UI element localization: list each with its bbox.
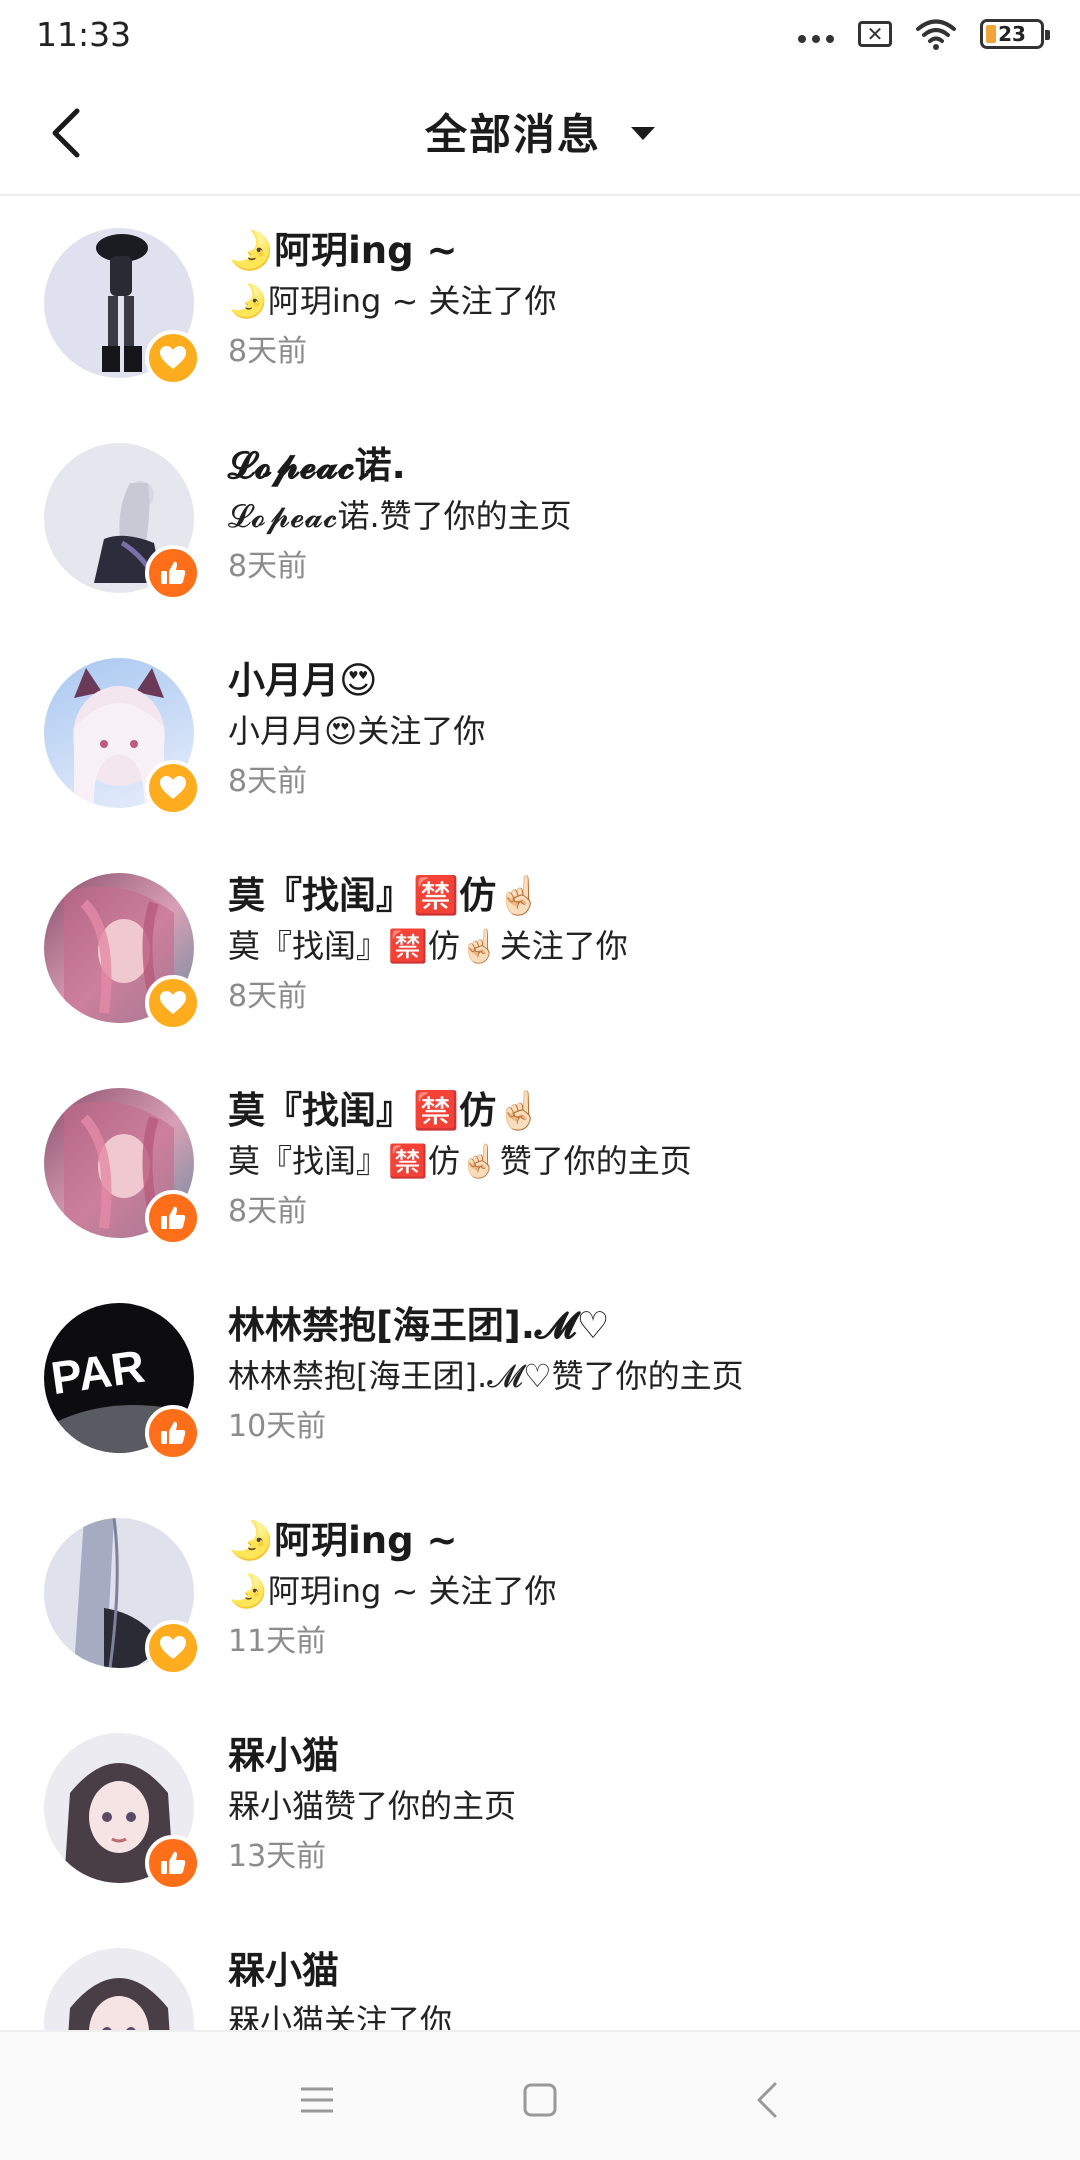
status-icons: ✕ 23 xyxy=(798,18,1050,50)
notification-sender: 槑小猫 xyxy=(228,1734,339,1777)
notification-item[interactable]: 小月月😍 小月月😍关注了你 8天前 xyxy=(0,640,1080,855)
notification-item[interactable]: 𝓛𝓸𝓹𝓮𝓪𝓬诺. 𝓛𝓸𝓹𝓮𝓪𝓬诺.赞了你的主页 8天前 xyxy=(0,425,1080,640)
message-filter-dropdown[interactable]: 全部消息 xyxy=(0,68,1080,194)
heart-badge-icon xyxy=(145,760,201,816)
status-time: 11:33 xyxy=(36,14,132,54)
status-bar: 11:33 ✕ 23 xyxy=(0,0,1080,68)
thumbs-up-badge-icon xyxy=(145,1190,201,1246)
thumbs-up-badge-icon xyxy=(145,545,201,601)
notification-time: 8天前 xyxy=(228,979,308,1014)
notification-item[interactable]: 槑小猫 槑小猫关注了你 xyxy=(0,1930,1080,2030)
notification-time: 10天前 xyxy=(228,1409,327,1444)
battery-icon: 23 xyxy=(980,19,1050,49)
menu-button[interactable] xyxy=(277,2060,357,2140)
wifi-icon xyxy=(916,19,956,50)
thumbs-up-badge-icon xyxy=(145,1405,201,1461)
notification-time: 8天前 xyxy=(228,549,308,584)
heart-badge-icon xyxy=(145,975,201,1031)
notification-item[interactable]: 莫『找闺』🈲仿☝🏻 莫『找闺』🈲仿☝🏻关注了你 8天前 xyxy=(0,855,1080,1070)
heart-badge-icon xyxy=(145,1620,201,1676)
thumbs-up-badge-icon xyxy=(145,1835,201,1891)
notification-time: 13天前 xyxy=(228,1839,327,1874)
notification-message: 槑小猫关注了你 xyxy=(228,2002,453,2030)
notification-item[interactable]: 🌛阿玥ing ~ 🌛阿玥ing ~ 关注了你 8天前 xyxy=(0,210,1080,425)
more-dots-icon xyxy=(798,35,834,43)
notification-message: 槑小猫赞了你的主页 xyxy=(228,1787,517,1825)
notification-sender: 𝓛𝓸𝓹𝓮𝓪𝓬诺. xyxy=(228,444,406,487)
avatar[interactable] xyxy=(44,1948,194,2030)
back-chevron-icon xyxy=(757,2082,777,2118)
svg-text:PAR: PAR xyxy=(48,1340,148,1405)
home-square-icon xyxy=(523,2083,557,2117)
notification-message: 莫『找闺』🈲仿☝🏻关注了你 xyxy=(228,927,628,965)
notification-item[interactable]: 🌛阿玥ing ~ 🌛阿玥ing ~ 关注了你 11天前 xyxy=(0,1500,1080,1715)
page-title: 全部消息 xyxy=(424,109,601,159)
notification-time: 11天前 xyxy=(228,1624,327,1659)
notification-sender: 槑小猫 xyxy=(228,1949,339,1992)
nav-back-button[interactable] xyxy=(727,2060,807,2140)
notification-message: 🌛阿玥ing ~ 关注了你 xyxy=(228,1572,557,1610)
caret-down-icon xyxy=(631,126,655,140)
menu-icon xyxy=(301,2087,333,2113)
battery-level: 23 xyxy=(998,22,1026,46)
notification-item[interactable]: 莫『找闺』🈲仿☝🏻 莫『找闺』🈲仿☝🏻赞了你的主页 8天前 xyxy=(0,1070,1080,1285)
notification-list: 🌛阿玥ing ~ 🌛阿玥ing ~ 关注了你 8天前 𝓛𝓸𝓹𝓮𝓪𝓬诺. 𝓛𝓸𝓹𝓮… xyxy=(0,196,1080,2030)
system-nav-bar xyxy=(0,2030,1080,2160)
notification-sender: 林林禁抱[海王团].𝓜♡ xyxy=(228,1304,610,1347)
notification-item[interactable]: 槑小猫 槑小猫赞了你的主页 13天前 xyxy=(0,1715,1080,1930)
notification-time: 8天前 xyxy=(228,1194,308,1229)
notification-sender: 莫『找闺』🈲仿☝🏻 xyxy=(228,1089,543,1132)
notification-message: 小月月😍关注了你 xyxy=(228,712,486,750)
notification-time: 8天前 xyxy=(228,764,308,799)
notification-message: 🌛阿玥ing ~ 关注了你 xyxy=(228,282,557,320)
heart-badge-icon xyxy=(145,330,201,386)
notification-time: 8天前 xyxy=(228,334,308,369)
notification-sender: 🌛阿玥ing ~ xyxy=(228,229,458,272)
home-button[interactable] xyxy=(500,2060,580,2140)
notification-sender: 小月月😍 xyxy=(228,659,378,702)
notification-sender: 🌛阿玥ing ~ xyxy=(228,1519,458,1562)
header: 全部消息 xyxy=(0,68,1080,196)
notification-message: 𝓛𝓸𝓹𝓮𝓪𝓬诺.赞了你的主页 xyxy=(228,497,572,535)
notification-message: 莫『找闺』🈲仿☝🏻赞了你的主页 xyxy=(228,1142,692,1180)
notification-item[interactable]: PAR 林林禁抱[海王团].𝓜♡ 林林禁抱[海王团].𝓜♡赞了你的主页 10天前 xyxy=(0,1285,1080,1500)
notification-message: 林林禁抱[海王团].𝓜♡赞了你的主页 xyxy=(228,1357,744,1395)
notification-sender: 莫『找闺』🈲仿☝🏻 xyxy=(228,874,543,917)
sim-off-icon: ✕ xyxy=(858,21,892,47)
